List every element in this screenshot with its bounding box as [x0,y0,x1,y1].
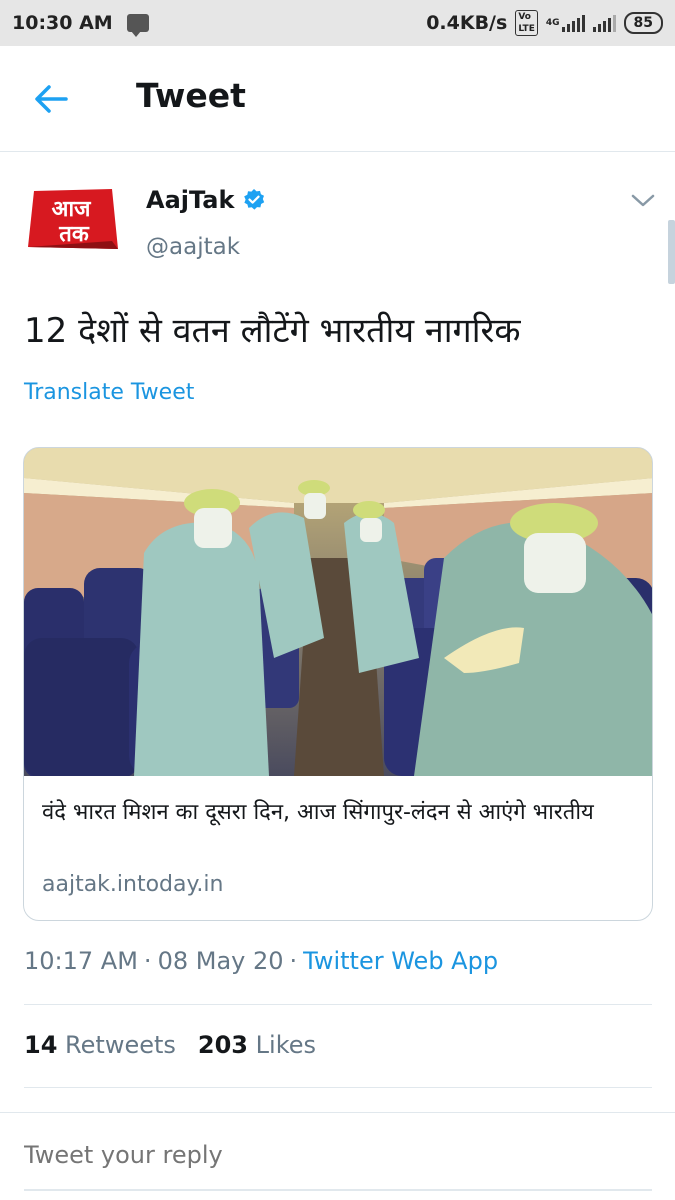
verified-badge-icon [244,189,265,210]
svg-text:आज: आज [52,197,92,222]
tweet-date[interactable]: 08 May 20 [158,947,284,975]
translate-tweet-link[interactable]: Translate Tweet [24,380,194,405]
link-card[interactable]: वंदे भारत मिशन का दूसरा दिन, आज सिंगापुर… [23,447,653,921]
status-bar: 10:30 AM 0.4KB/s Vo LTE 4G 85 [0,0,675,46]
reply-input[interactable] [24,1141,624,1169]
reply-bar [0,1112,675,1200]
tweet-meta: 10:17 AM · 08 May 20 · Twitter Web App [24,947,498,975]
meta-separator: · [143,947,152,975]
retweets-label: Retweets [65,1031,176,1059]
author-handle[interactable]: @aajtak [146,234,240,260]
retweets-count: 14 [24,1031,58,1059]
network-type: 4G [545,18,560,28]
likes-label: Likes [255,1031,317,1059]
retweets-stat[interactable]: 14 Retweets [24,1031,176,1059]
status-time: 10:30 AM [12,12,113,34]
app-header: Tweet [0,46,675,152]
likes-count: 203 [197,1031,249,1059]
net-speed: 0.4KB/s [426,12,508,34]
scrollbar[interactable] [668,220,675,284]
battery-icon: 85 [623,12,663,34]
tweet-source[interactable]: Twitter Web App [303,947,498,975]
chevron-down-icon[interactable] [631,194,655,208]
avatar[interactable]: आज तक [24,183,120,255]
tweet-time[interactable]: 10:17 AM [24,947,138,975]
card-title: वंदे भारत मिशन का दूसरा दिन, आज सिंगापुर… [42,800,594,825]
tweet-text: 12 देशों से वतन लौटेंगे भारतीय नागरिक [24,311,521,351]
card-domain: aajtak.intoday.in [42,872,224,897]
page-title: Tweet [136,76,246,115]
arrow-left-icon[interactable] [34,84,68,114]
card-image [24,448,652,776]
signal-icon [561,14,585,32]
divider [24,1004,652,1005]
author-display-name[interactable]: AajTak [146,186,234,214]
author-name-row: AajTak [146,186,266,214]
reply-underline [24,1189,652,1191]
tweet-stats: 14 Retweets 203 Likes [24,1031,316,1059]
likes-stat[interactable]: 203 Likes [198,1031,316,1059]
message-notification-icon [126,14,149,37]
volte-icon: Vo LTE [515,10,538,36]
status-right: 0.4KB/s Vo LTE 4G 85 [426,10,663,36]
svg-text:तक: तक [58,222,90,247]
divider [24,1087,652,1088]
signal-icon-2 [592,14,616,32]
meta-separator: · [289,947,298,975]
